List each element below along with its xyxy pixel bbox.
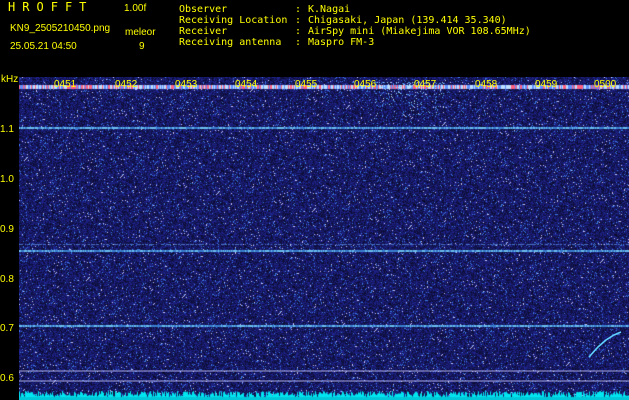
time-tick-0451: 0451 xyxy=(54,79,77,90)
info-sep-location: : xyxy=(295,15,302,26)
info-key-antenna: Receiving antenna xyxy=(179,37,282,48)
brand-letter: T xyxy=(79,0,94,14)
brand-letter: R xyxy=(22,0,37,14)
time-tick-0457: 0457 xyxy=(414,79,437,90)
info-value-receiver: AirSpy mini (Miakejima VOR 108.65MHz) xyxy=(308,26,531,37)
y-tick-1-0: 1.0 xyxy=(0,174,14,185)
time-tick-0453: 0453 xyxy=(175,79,198,90)
axis-unit-label: kHz xyxy=(1,74,19,85)
time-tick-0459: 0459 xyxy=(535,79,558,90)
hrofft-window: HROFFT 1.00f KN9_2505210450.png meleor 2… xyxy=(0,0,629,400)
brand-letter: F xyxy=(50,0,65,14)
y-tick-0-8: 0.8 xyxy=(0,274,14,285)
spectrogram-canvas xyxy=(19,77,629,400)
time-tick-0455: 0455 xyxy=(295,79,318,90)
info-sep-antenna: : xyxy=(295,37,302,48)
info-sep-receiver: : xyxy=(295,26,302,37)
brand-letter: O xyxy=(36,0,51,14)
version-label: 1.00f xyxy=(124,3,147,14)
time-tick-0452: 0452 xyxy=(115,79,138,90)
brand-title: HROFFT xyxy=(8,0,94,14)
y-tick-0-6: 0.6 xyxy=(0,373,14,384)
info-key-observer: Observer xyxy=(179,4,228,15)
time-tick-0456: 0456 xyxy=(354,79,377,90)
time-tick-0500: 0500 xyxy=(594,79,617,90)
y-tick-0-9: 0.9 xyxy=(0,224,14,235)
info-value-location: Chigasaki, Japan (139.414 35.340) xyxy=(308,15,507,26)
time-tick-0458: 0458 xyxy=(475,79,498,90)
info-value-antenna: Maspro FM-3 xyxy=(308,37,375,48)
filename-label: KN9_2505210450.png xyxy=(10,23,111,34)
y-tick-1-1: 1.1 xyxy=(0,124,14,135)
info-key-location: Receiving Location xyxy=(179,15,288,26)
info-key-receiver: Receiver xyxy=(179,26,228,37)
info-sep-observer: : xyxy=(295,4,302,15)
brand-letter: F xyxy=(64,0,80,14)
datetime-label: 25.05.21 04:50 xyxy=(10,41,77,52)
y-tick-0-7: 0.7 xyxy=(0,323,14,334)
count-label: 9 xyxy=(139,41,145,52)
info-value-observer: K.Nagai xyxy=(308,4,351,15)
mode-label: meleor xyxy=(125,27,156,38)
brand-letter: H xyxy=(8,0,23,14)
time-tick-0454: 0454 xyxy=(235,79,258,90)
